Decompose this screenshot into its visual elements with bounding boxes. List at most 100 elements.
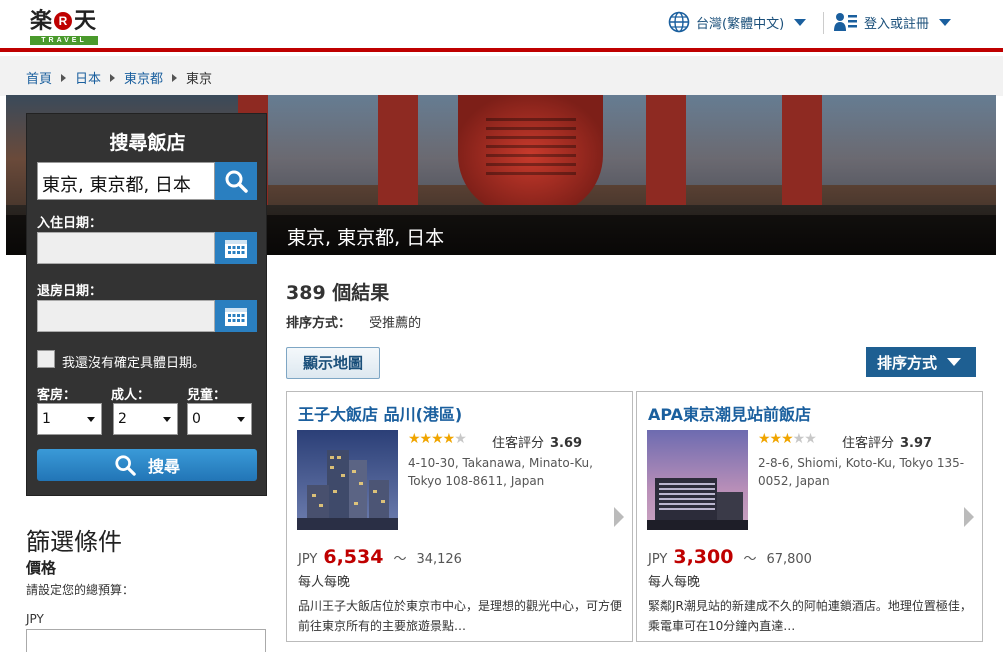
search-title: 搜尋飯店 <box>109 132 186 154</box>
lantern-image <box>458 95 603 215</box>
adults-label: 成人： <box>111 388 151 403</box>
price-high: 67,800 <box>766 552 812 567</box>
adults-select[interactable]: 2 <box>113 403 178 435</box>
price-per-person-night: 每人每晚 <box>298 575 351 590</box>
checkin-label: 入住日期： <box>37 216 103 231</box>
breadcrumb-japan[interactable]: 日本 <box>75 68 101 87</box>
results-count: 389 個結果 <box>286 282 390 304</box>
price-filter-hint: 請設定您的總預算： <box>26 583 135 597</box>
guest-rating-value: 3.69 <box>550 436 583 451</box>
hotel-description: 緊鄰JR潮見站的新建成不久的阿帕連鎖酒店。地理位置極佳，乘電車可在10分鐘內直達… <box>648 599 972 633</box>
logo-r-badge: R <box>54 12 73 30</box>
checkout-label: 退房日期： <box>37 284 103 299</box>
language-label: 台灣(繁體中文) <box>696 16 785 32</box>
adults-value: 2 <box>118 411 127 427</box>
price-high: 34,126 <box>416 552 462 567</box>
checkout-date-input[interactable] <box>37 300 215 332</box>
calendar-icon <box>225 308 247 326</box>
hotel-name-link[interactable]: 王子大飯店 品川(港區) <box>298 401 462 425</box>
logo-char-right: 天 <box>74 8 97 34</box>
price-per-person-night: 每人每晚 <box>648 575 701 590</box>
breadcrumb-current: 東京 <box>186 72 213 87</box>
globe-icon <box>668 11 690 33</box>
destination-input[interactable]: 東京, 東京都, 日本 <box>37 162 215 200</box>
search-icon <box>225 170 248 193</box>
rooms-label: 客房： <box>37 388 77 403</box>
filters-title: 篩選條件 <box>26 528 122 556</box>
hotel-name-link[interactable]: APA東京潮見站前飯店 <box>648 401 811 425</box>
login-label: 登入或註冊 <box>864 16 930 32</box>
search-button-label: 搜尋 <box>147 457 180 476</box>
dropdown-arrow-icon <box>237 417 245 422</box>
dropdown-arrow-icon <box>87 417 95 422</box>
hero-location-title: 東京, 東京都, 日本 <box>287 227 445 249</box>
children-label: 兒童： <box>187 388 227 403</box>
header-divider <box>823 12 824 34</box>
no-dates-label: 我還沒有確定具體日期。 <box>62 356 206 371</box>
price-range-tilde: ～ <box>393 552 407 567</box>
chevron-down-icon <box>939 18 952 26</box>
breadcrumb-bar: 首頁 日本 東京都 東京 <box>0 56 1003 96</box>
breadcrumb-home[interactable]: 首頁 <box>26 68 52 87</box>
chevron-right-icon[interactable] <box>614 507 624 527</box>
search-submit-button[interactable]: 搜尋 <box>37 449 257 481</box>
children-value: 0 <box>192 411 201 427</box>
rooms-select[interactable]: 1 <box>37 403 102 435</box>
price-low: 3,300 <box>673 546 734 568</box>
guest-rating-value: 3.97 <box>900 436 933 451</box>
language-selector[interactable]: 台灣(繁體中文) <box>668 10 807 34</box>
rakuten-travel-logo[interactable]: 楽 R 天 TRAVEL <box>30 8 102 48</box>
guest-rating-label: 住客評分 <box>492 436 545 451</box>
sort-by-value: 受推薦的 <box>369 316 422 331</box>
hotel-search-panel: 搜尋飯店 東京, 東京都, 日本 入住日期： 退房日期： 我還沒有確定具體日期。… <box>26 113 267 496</box>
guest-rating: 住客評分 3.69 <box>492 432 582 451</box>
guest-rating-label: 住客評分 <box>842 436 895 451</box>
breadcrumb: 首頁 日本 東京都 東京 <box>26 68 212 87</box>
login-register-link[interactable]: 登入或註冊 <box>834 10 952 34</box>
breadcrumb-separator-icon <box>61 73 67 82</box>
show-map-button[interactable]: 顯示地圖 <box>286 347 380 379</box>
logo-travel-bar: TRAVEL <box>30 36 98 45</box>
sort-dropdown-button[interactable]: 排序方式 <box>866 347 976 377</box>
current-sort: 排序方式： 受推薦的 <box>286 312 421 331</box>
no-dates-checkbox[interactable] <box>37 350 55 368</box>
hotel-address: 4-10-30, Takanawa, Minato-Ku, Tokyo 108-… <box>408 456 593 488</box>
hotel-address: 2-8-6, Shiomi, Koto-Ku, Tokyo 135-0052, … <box>758 456 965 488</box>
site-header: 楽 R 天 TRAVEL 台灣(繁體中文) 登入或註冊 <box>0 0 1003 52</box>
chevron-down-icon <box>947 358 962 366</box>
sort-by-label: 排序方式： <box>286 316 352 331</box>
user-card-icon <box>834 13 857 31</box>
price-currency: JPY <box>648 552 668 567</box>
price-range: JPY 3,300 ～ 67,800 <box>648 546 812 568</box>
budget-input[interactable] <box>26 629 266 652</box>
logo-char-left: 楽 <box>30 8 53 34</box>
checkout-calendar-button[interactable] <box>215 300 257 332</box>
calendar-icon <box>225 240 247 258</box>
star-rating: ★★★★★ <box>408 431 467 447</box>
rooms-value: 1 <box>42 411 51 427</box>
breadcrumb-separator-icon <box>172 73 178 82</box>
checkin-date-input[interactable] <box>37 232 215 264</box>
price-filter-title: 價格 <box>26 559 57 577</box>
price-range: JPY 6,534 ～ 34,126 <box>298 546 462 568</box>
price-currency: JPY <box>298 552 318 567</box>
hotel-photo[interactable] <box>297 430 398 530</box>
search-icon <box>115 455 136 476</box>
hotel-card[interactable]: APA東京潮見站前飯店 ★★★★★ 住客評分 3.97 2-8-6, Shiomi… <box>636 391 983 642</box>
star-rating: ★★★★★ <box>758 431 817 447</box>
hotel-card[interactable]: 王子大飯店 品川(港區) ★★★★★ 住客評分 3.69 4-10-30, Ta… <box>286 391 633 642</box>
guest-rating: 住客評分 3.97 <box>842 432 932 451</box>
breadcrumb-separator-icon <box>110 73 116 82</box>
price-currency-label: JPY <box>26 612 44 626</box>
checkin-calendar-button[interactable] <box>215 232 257 264</box>
breadcrumb-tokyo-metropolis[interactable]: 東京都 <box>124 68 163 87</box>
price-range-tilde: ～ <box>743 552 757 567</box>
chevron-right-icon[interactable] <box>964 507 974 527</box>
chevron-down-icon <box>794 18 807 26</box>
dropdown-arrow-icon <box>163 417 171 422</box>
hotel-photo[interactable] <box>647 430 748 530</box>
sort-button-label: 排序方式 <box>877 353 938 372</box>
children-select[interactable]: 0 <box>187 403 252 435</box>
destination-search-button[interactable] <box>215 162 257 200</box>
hotel-description: 品川王子大飯店位於東京市中心，是理想的觀光中心，可方便前往東京所有的主要旅遊景點… <box>298 599 623 633</box>
